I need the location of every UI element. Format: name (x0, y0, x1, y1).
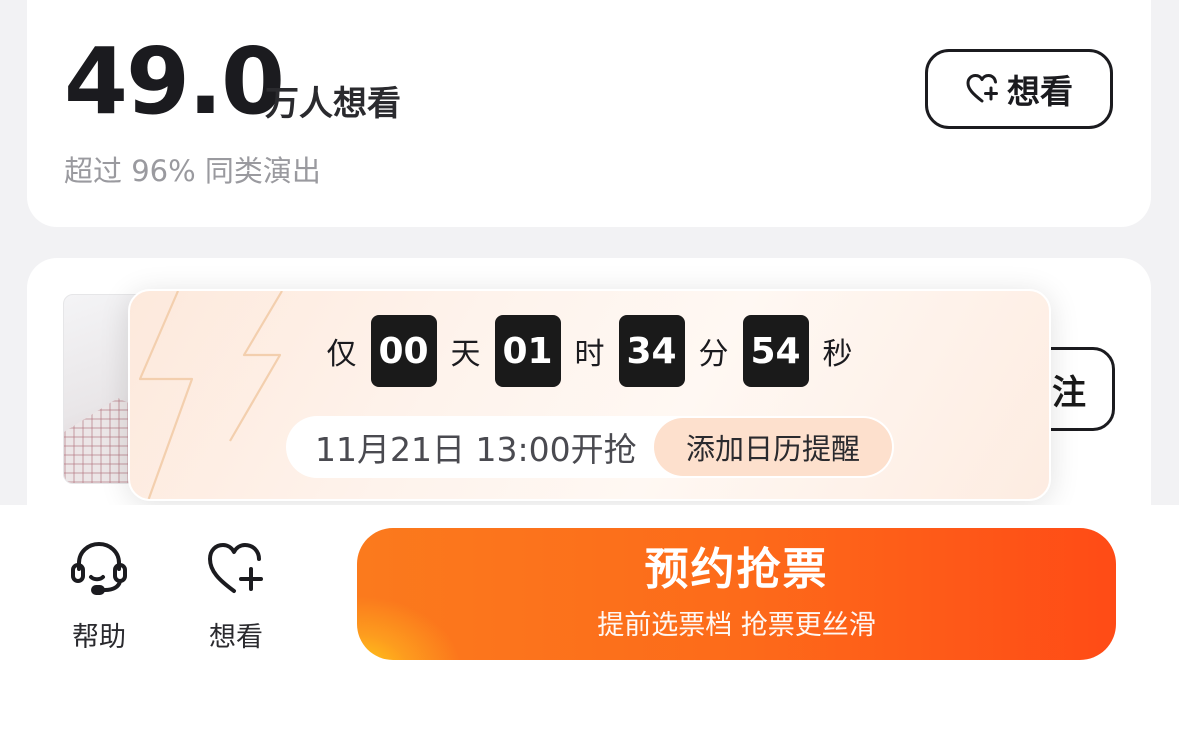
countdown-hours: 01 (494, 315, 561, 387)
want-count: 49.0 (64, 28, 285, 135)
heart-plus-icon (208, 543, 263, 593)
sale-start-time: 11月21日 13:00开抢 (315, 430, 637, 469)
countdown-popup: 仅 00 天 01 时 34 分 54 秒 11月21日 13:00开抢 添加日… (128, 289, 1051, 501)
help-tab[interactable]: 帮助 (54, 505, 144, 654)
want-percentile: 超过 96% 同类演出 (64, 154, 321, 188)
countdown-hours-unit: 时 (574, 337, 605, 372)
countdown-days-unit: 天 (450, 337, 481, 372)
countdown-seconds-unit: 秒 (822, 337, 853, 372)
help-label: 帮助 (72, 622, 126, 653)
heart-plus-icon (965, 72, 999, 106)
countdown-minutes-unit: 分 (698, 337, 729, 372)
countdown-minutes: 34 (618, 315, 685, 387)
reserve-subtitle: 提前选票档 抢票更丝滑 (597, 609, 876, 641)
follow-button-label: 注 (1052, 372, 1086, 413)
sale-time-bar: 11月21日 13:00开抢 添加日历提醒 (286, 416, 894, 478)
bottom-action-bar: 帮助 想看 预约抢票 提前选票档 抢票更丝滑 (0, 505, 1179, 748)
countdown-seconds: 54 (742, 315, 809, 387)
want-label: 想看 (209, 622, 263, 653)
want-tab[interactable]: 想看 (191, 505, 281, 654)
reserve-ticket-button[interactable]: 预约抢票 提前选票档 抢票更丝滑 (357, 528, 1116, 660)
want-button-label: 想看 (1007, 72, 1073, 111)
countdown-days: 00 (370, 315, 437, 387)
reserve-title: 预约抢票 (644, 544, 829, 596)
want-button[interactable]: 想看 (925, 49, 1113, 129)
countdown-prefix: 仅 (326, 337, 357, 372)
add-calendar-reminder-button[interactable]: 添加日历提醒 (653, 418, 892, 476)
headset-icon (71, 542, 127, 595)
countdown-row: 仅 00 天 01 时 34 分 54 秒 (130, 315, 1049, 387)
want-unit: 万人想看 (265, 84, 401, 124)
